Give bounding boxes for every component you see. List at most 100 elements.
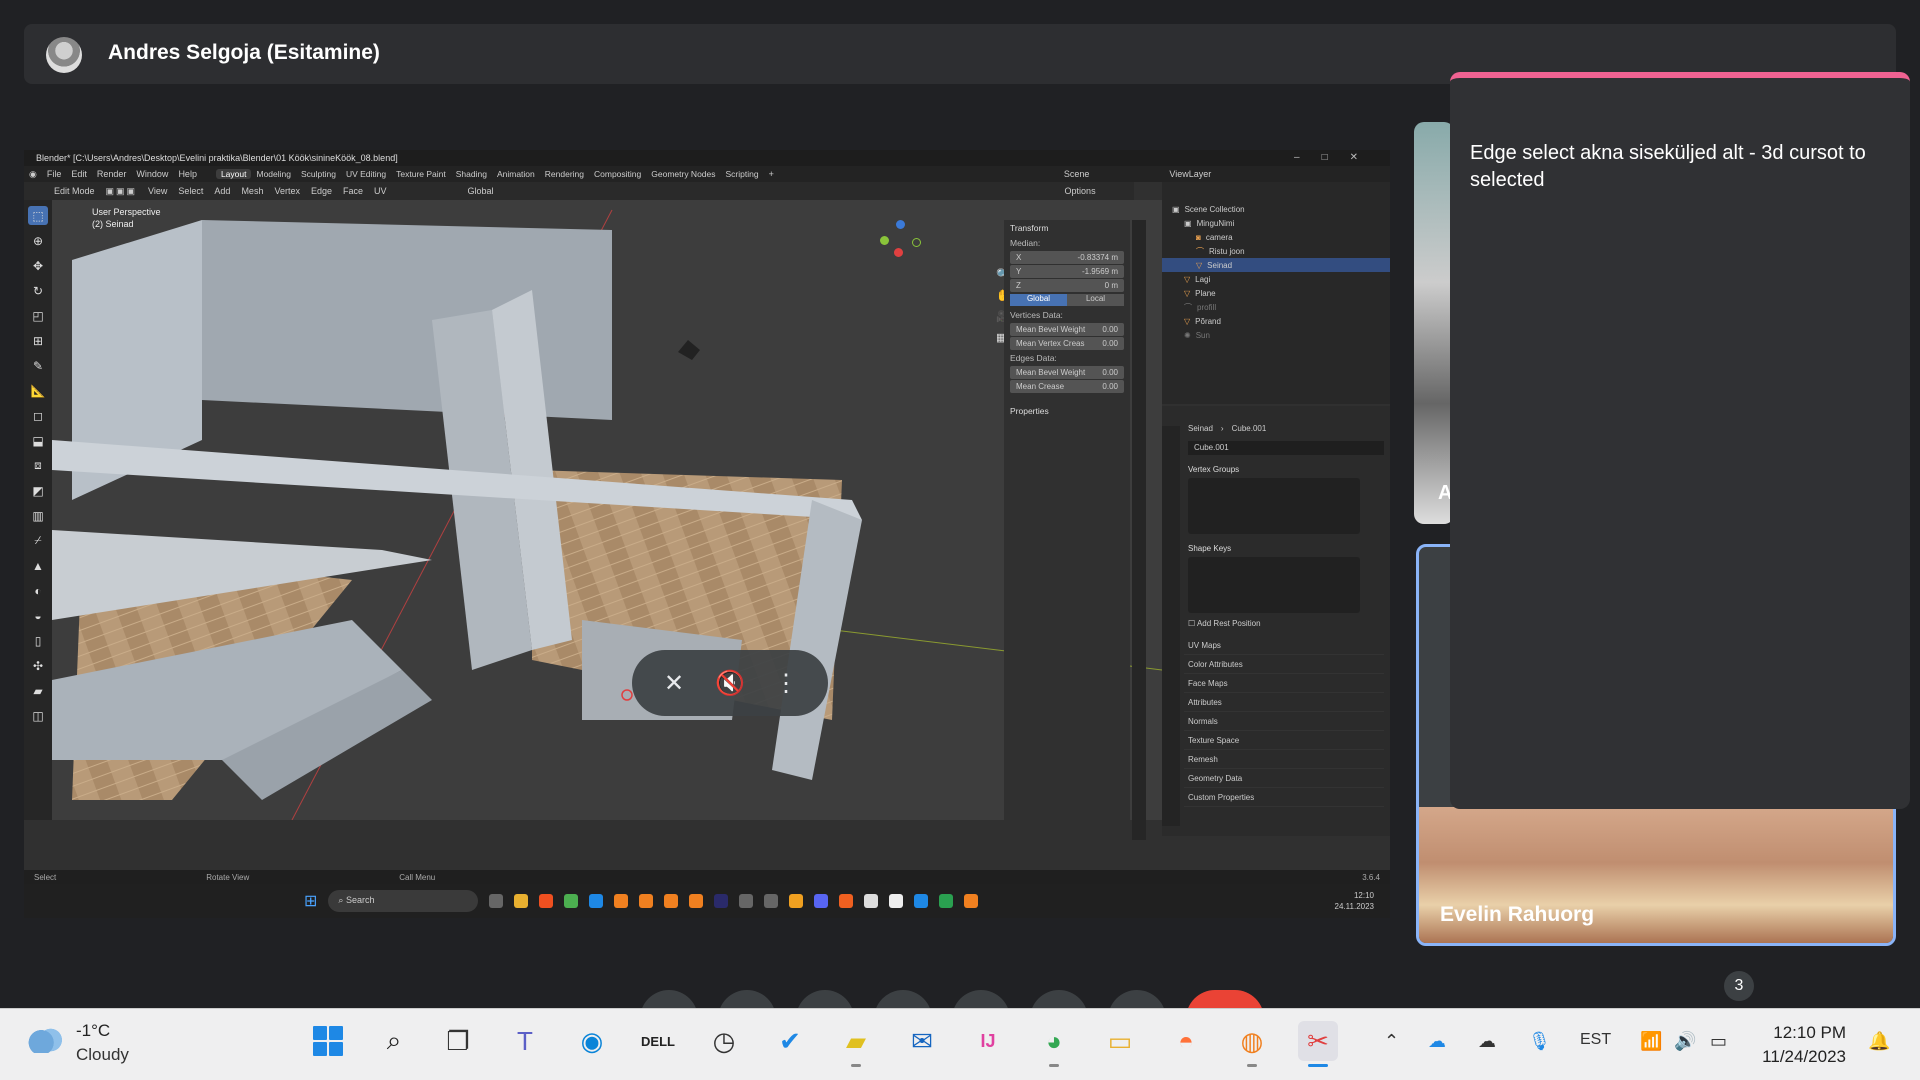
custom-properties-section[interactable]: Custom Properties bbox=[1184, 790, 1384, 807]
header-select[interactable]: Select bbox=[178, 186, 203, 196]
wifi-icon[interactable]: 📶 bbox=[1640, 1031, 1662, 1052]
outliner-item[interactable]: ⌒ profill bbox=[1162, 300, 1390, 314]
mail-icon[interactable]: ✉ bbox=[902, 1021, 942, 1061]
search-icon[interactable]: ⌕ bbox=[374, 1021, 414, 1061]
chrome-icon[interactable]: ◕ bbox=[1034, 1021, 1074, 1067]
face-maps-section[interactable]: Face Maps bbox=[1184, 676, 1384, 693]
blender-logo-icon[interactable]: ◉ bbox=[24, 169, 42, 180]
clock-app-icon[interactable]: ◷ bbox=[704, 1021, 744, 1061]
menu-file[interactable]: File bbox=[42, 169, 67, 179]
cloud-sync-icon[interactable]: ☁ bbox=[1478, 1031, 1496, 1052]
todo-icon[interactable]: ✔ bbox=[770, 1021, 810, 1061]
menu-render[interactable]: Render bbox=[92, 169, 132, 179]
move-tool-icon[interactable]: ✥ bbox=[28, 256, 48, 275]
outliner-item[interactable]: ▽ Põrand bbox=[1162, 314, 1390, 328]
mesh-name-field[interactable]: Cube.001 bbox=[1188, 441, 1384, 455]
outliner-item[interactable]: ✺ Sun bbox=[1162, 328, 1390, 342]
header-edge[interactable]: Edge bbox=[311, 186, 332, 196]
microphone-icon[interactable]: 🎙 bbox=[1528, 1031, 1551, 1052]
tab-compositing[interactable]: Compositing bbox=[589, 169, 646, 179]
header-face[interactable]: Face bbox=[343, 186, 363, 196]
select-mode-icons[interactable]: ▣▣▣ bbox=[106, 186, 138, 197]
tab-animation[interactable]: Animation bbox=[492, 169, 540, 179]
vertex-groups-panel[interactable]: Vertex Groups bbox=[1162, 459, 1390, 476]
add-rest-position-checkbox[interactable]: ☐ Add Rest Position bbox=[1162, 617, 1390, 636]
mute-audio-icon[interactable]: 🔇 bbox=[710, 669, 750, 698]
teams-icon[interactable]: T bbox=[505, 1021, 545, 1061]
poly-build-tool-icon[interactable]: ▲ bbox=[28, 556, 48, 575]
3d-viewport[interactable]: User Perspective (2) Seinad 🔍 ✋ 🎥 ▦ bbox=[52, 200, 1162, 820]
volume-icon[interactable]: 🔊 bbox=[1674, 1031, 1696, 1052]
cloud-icon[interactable] bbox=[26, 1027, 64, 1053]
tab-shading[interactable]: Shading bbox=[451, 169, 492, 179]
blender-icon[interactable]: ◍ bbox=[1232, 1021, 1272, 1067]
taskbar-clock[interactable]: 12:10 PM 11/24/2023 bbox=[1762, 1021, 1846, 1069]
navigation-gizmo[interactable] bbox=[880, 220, 921, 260]
header-add[interactable]: Add bbox=[214, 186, 230, 196]
participant-tile[interactable]: A bbox=[1414, 122, 1454, 524]
header-view[interactable]: View bbox=[148, 186, 167, 196]
sidebar-tabs[interactable] bbox=[1132, 220, 1146, 840]
menu-window[interactable]: Window bbox=[131, 169, 173, 179]
extrude-tool-icon[interactable]: ⬓ bbox=[28, 431, 48, 450]
language-indicator[interactable]: EST bbox=[1580, 1031, 1611, 1049]
tab-scripting[interactable]: Scripting bbox=[721, 169, 764, 179]
scale-tool-icon[interactable]: ◰ bbox=[28, 306, 48, 325]
local-button[interactable]: Local bbox=[1067, 294, 1124, 306]
outliner-item[interactable]: ⌒ Ristu joon bbox=[1162, 244, 1390, 258]
start-button[interactable] bbox=[308, 1021, 348, 1061]
people-count-badge[interactable]: 3 bbox=[1724, 971, 1754, 1001]
remesh-section[interactable]: Remesh bbox=[1184, 752, 1384, 769]
outliner-item[interactable]: ▽ Lagi bbox=[1162, 272, 1390, 286]
tab-layout[interactable]: Layout bbox=[215, 169, 252, 179]
more-options-icon[interactable]: ⋮ bbox=[766, 669, 806, 698]
outliner-item[interactable]: ▣ MinguNimi bbox=[1162, 216, 1390, 230]
mean-crease-field[interactable]: Mean Crease 0.00 bbox=[1010, 380, 1124, 393]
normals-section[interactable]: Normals bbox=[1184, 714, 1384, 731]
orientation-selector[interactable]: Global bbox=[468, 186, 494, 196]
mean-bevel-weight-field[interactable]: Mean Bevel Weight 0.00 bbox=[1010, 323, 1124, 336]
tab-modeling[interactable]: Modeling bbox=[251, 169, 296, 179]
y-field[interactable]: Y -1.9569 m bbox=[1010, 265, 1124, 278]
shape-keys-panel[interactable]: Shape Keys bbox=[1162, 538, 1390, 555]
snipping-tool-icon[interactable]: ✂ bbox=[1298, 1021, 1338, 1067]
menu-edit[interactable]: Edit bbox=[66, 169, 92, 179]
outliner-item[interactable]: ▽ Plane bbox=[1162, 286, 1390, 300]
add-workspace-icon[interactable]: + bbox=[764, 169, 779, 179]
texture-space-section[interactable]: Texture Space bbox=[1184, 733, 1384, 750]
spin-tool-icon[interactable]: ◐ bbox=[28, 581, 48, 600]
mean-vertex-crease-field[interactable]: Mean Vertex Creas 0.00 bbox=[1010, 337, 1124, 350]
shape-keys-list[interactable] bbox=[1188, 557, 1360, 613]
viewlayer-selector[interactable]: ViewLayer bbox=[1164, 169, 1216, 179]
tab-texture-paint[interactable]: Texture Paint bbox=[391, 169, 451, 179]
z-field[interactable]: Z0 m bbox=[1010, 279, 1124, 292]
outliner-item[interactable]: ◙ camera bbox=[1162, 230, 1390, 244]
weather-temperature[interactable]: -1°C bbox=[76, 1021, 110, 1041]
intellij-icon[interactable]: IJ bbox=[968, 1021, 1008, 1061]
shear-tool-icon[interactable]: ▰ bbox=[28, 681, 48, 700]
edge-slide-tool-icon[interactable]: ▯ bbox=[28, 631, 48, 650]
annotate-tool-icon[interactable]: ✎ bbox=[28, 356, 48, 375]
dell-icon[interactable]: DELL bbox=[638, 1021, 678, 1061]
shrink-tool-icon[interactable]: ✣ bbox=[28, 656, 48, 675]
knife-tool-icon[interactable]: ⌿ bbox=[28, 531, 48, 550]
notification-bell-icon[interactable]: 🔔 bbox=[1868, 1031, 1890, 1052]
tab-sculpting[interactable]: Sculpting bbox=[296, 169, 341, 179]
header-vertex[interactable]: Vertex bbox=[274, 186, 300, 196]
global-button[interactable]: Global bbox=[1010, 294, 1067, 306]
attributes-section[interactable]: Attributes bbox=[1184, 695, 1384, 712]
x-field[interactable]: X -0.83374 m bbox=[1010, 251, 1124, 264]
task-view-icon[interactable]: ❐ bbox=[438, 1021, 478, 1061]
mode-selector[interactable]: Edit Mode bbox=[54, 186, 95, 196]
weather-description[interactable]: Cloudy bbox=[76, 1045, 129, 1065]
transform-tool-icon[interactable]: ⊞ bbox=[28, 331, 48, 350]
tab-rendering[interactable]: Rendering bbox=[540, 169, 589, 179]
firefox-icon[interactable]: ◓ bbox=[1166, 1021, 1206, 1061]
color-attributes-section[interactable]: Color Attributes bbox=[1184, 657, 1384, 674]
onedrive-icon[interactable]: ☁ bbox=[1428, 1031, 1446, 1052]
properties-tabs[interactable] bbox=[1162, 426, 1180, 826]
header-mesh[interactable]: Mesh bbox=[241, 186, 263, 196]
file-explorer-icon[interactable]: ▭ bbox=[1100, 1021, 1140, 1061]
vertex-groups-list[interactable] bbox=[1188, 478, 1360, 534]
tab-uv-editing[interactable]: UV Editing bbox=[341, 169, 391, 179]
